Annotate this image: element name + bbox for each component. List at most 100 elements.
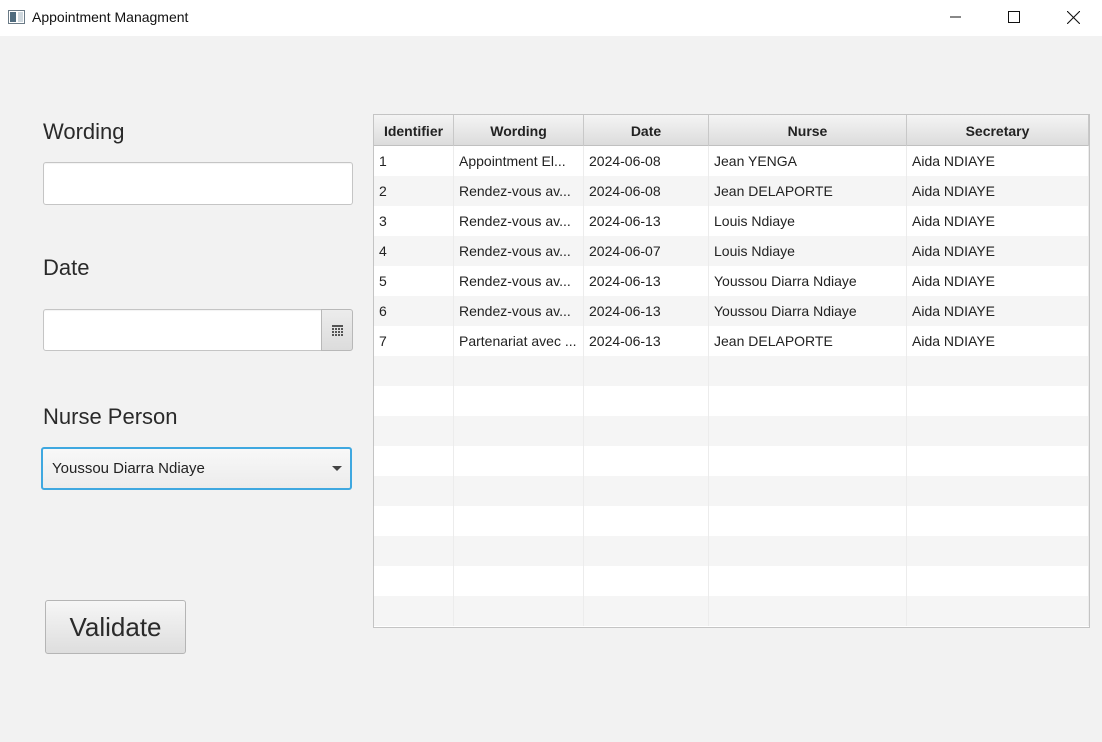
table-row[interactable]: 5 Rendez-vous av... 2024-06-13 Youssou Diar… xyxy=(374,266,1089,296)
cell-nurse: Louis Ndiaye xyxy=(709,236,907,266)
cell-wording xyxy=(454,566,584,596)
calendar-icon xyxy=(331,324,343,336)
cell-identifier xyxy=(374,386,454,416)
column-header-identifier[interactable]: Identifier xyxy=(374,115,454,146)
table-header: Identifier Wording Date Nurse Secretary xyxy=(374,115,1089,146)
cell-identifier: 5 xyxy=(374,266,454,296)
cell-identifier: 1 xyxy=(374,146,454,176)
cell-wording: Rendez-vous av... xyxy=(454,236,584,266)
cell-secretary: Aida NDIAYE xyxy=(907,296,1089,326)
cell-identifier: 2 xyxy=(374,176,454,206)
column-header-date[interactable]: Date xyxy=(584,115,709,146)
cell-secretary: Aida NDIAYE xyxy=(907,266,1089,296)
cell-wording xyxy=(454,476,584,506)
cell-date: 2024-06-13 xyxy=(584,266,709,296)
cell-date xyxy=(584,476,709,506)
cell-wording: Rendez-vous av... xyxy=(454,266,584,296)
cell-wording: Rendez-vous av... xyxy=(454,296,584,326)
cell-date: 2024-06-08 xyxy=(584,176,709,206)
cell-secretary: Aida NDIAYE xyxy=(907,146,1089,176)
cell-identifier: 7 xyxy=(374,326,454,356)
cell-secretary: Aida NDIAYE xyxy=(907,236,1089,266)
date-label: Date xyxy=(43,255,90,280)
minimize-icon xyxy=(950,16,961,18)
cell-nurse: Youssou Diarra Ndiaye xyxy=(709,296,907,326)
cell-date: 2024-06-13 xyxy=(584,296,709,326)
cell-nurse: Jean DELAPORTE xyxy=(709,176,907,206)
table-row[interactable]: 1 Appointment El... 2024-06-08 Jean YENGA Ai… xyxy=(374,146,1089,176)
cell-secretary xyxy=(907,566,1089,596)
empty-table-row[interactable] xyxy=(374,566,1089,596)
cell-nurse xyxy=(709,536,907,566)
cell-wording xyxy=(454,386,584,416)
cell-identifier: 6 xyxy=(374,296,454,326)
cell-identifier: 3 xyxy=(374,206,454,236)
cell-date xyxy=(584,446,709,476)
window-title: Appointment Managment xyxy=(32,9,189,25)
empty-table-row[interactable] xyxy=(374,536,1089,566)
cell-nurse: Youssou Diarra Ndiaye xyxy=(709,266,907,296)
cell-date xyxy=(584,416,709,446)
table-row[interactable]: 6 Rendez-vous av... 2024-06-13 Youssou Diar… xyxy=(374,296,1089,326)
cell-secretary xyxy=(907,416,1089,446)
cell-wording xyxy=(454,536,584,566)
cell-nurse: Louis Ndiaye xyxy=(709,206,907,236)
close-button[interactable] xyxy=(1044,0,1102,34)
empty-table-row[interactable] xyxy=(374,386,1089,416)
table-row[interactable]: 2 Rendez-vous av... 2024-06-08 Jean DELAPOR… xyxy=(374,176,1089,206)
cell-nurse: Jean YENGA xyxy=(709,146,907,176)
cell-nurse xyxy=(709,416,907,446)
cell-identifier: 4 xyxy=(374,236,454,266)
nurse-person-select[interactable]: Youssou Diarra Ndiaye xyxy=(41,447,352,490)
cell-identifier xyxy=(374,506,454,536)
wording-input[interactable] xyxy=(43,162,353,205)
cell-wording: Rendez-vous av... xyxy=(454,176,584,206)
empty-table-row[interactable] xyxy=(374,596,1089,626)
cell-wording: Rendez-vous av... xyxy=(454,206,584,236)
table-row[interactable]: 3 Rendez-vous av... 2024-06-13 Louis Ndiaye… xyxy=(374,206,1089,236)
cell-secretary xyxy=(907,596,1089,626)
cell-date: 2024-06-07 xyxy=(584,236,709,266)
date-picker-button[interactable] xyxy=(321,309,353,351)
column-header-nurse[interactable]: Nurse xyxy=(709,115,907,146)
cell-secretary xyxy=(907,476,1089,506)
cell-date xyxy=(584,536,709,566)
chevron-down-icon[interactable] xyxy=(332,466,342,471)
empty-table-row[interactable] xyxy=(374,506,1089,536)
cell-secretary: Aida NDIAYE xyxy=(907,176,1089,206)
column-header-wording[interactable]: Wording xyxy=(454,115,584,146)
validate-button[interactable]: Validate xyxy=(45,600,186,654)
empty-table-row[interactable] xyxy=(374,416,1089,446)
table-row[interactable]: 4 Rendez-vous av... 2024-06-07 Louis Ndiaye… xyxy=(374,236,1089,266)
column-header-secretary[interactable]: Secretary xyxy=(907,115,1089,146)
cell-secretary xyxy=(907,386,1089,416)
cell-secretary: Aida NDIAYE xyxy=(907,326,1089,356)
minimize-button[interactable] xyxy=(927,0,985,34)
cell-identifier xyxy=(374,536,454,566)
app-window-icon xyxy=(8,10,25,24)
cell-date xyxy=(584,506,709,536)
cell-wording xyxy=(454,446,584,476)
wording-label: Wording xyxy=(43,119,125,144)
cell-identifier xyxy=(374,356,454,386)
cell-secretary xyxy=(907,506,1089,536)
cell-identifier xyxy=(374,566,454,596)
empty-table-row[interactable] xyxy=(374,356,1089,386)
cell-wording: Appointment El... xyxy=(454,146,584,176)
cell-nurse xyxy=(709,356,907,386)
appointments-table[interactable]: Identifier Wording Date Nurse Secretary … xyxy=(373,114,1090,628)
maximize-button[interactable] xyxy=(985,0,1043,34)
close-icon xyxy=(1066,10,1080,24)
empty-table-row[interactable] xyxy=(374,476,1089,506)
cell-identifier xyxy=(374,416,454,446)
cell-wording: Partenariat avec ... xyxy=(454,326,584,356)
cell-identifier xyxy=(374,446,454,476)
date-input[interactable] xyxy=(43,309,322,351)
table-row[interactable]: 7 Partenariat avec ... 2024-06-13 Jean DELA… xyxy=(374,326,1089,356)
nurse-person-label: Nurse Person xyxy=(43,404,178,429)
cell-date xyxy=(584,356,709,386)
title-bar: Appointment Managment xyxy=(0,0,1102,36)
nurse-person-selected-value: Youssou Diarra Ndiaye xyxy=(52,460,205,477)
empty-table-row[interactable] xyxy=(374,446,1089,476)
cell-nurse xyxy=(709,506,907,536)
